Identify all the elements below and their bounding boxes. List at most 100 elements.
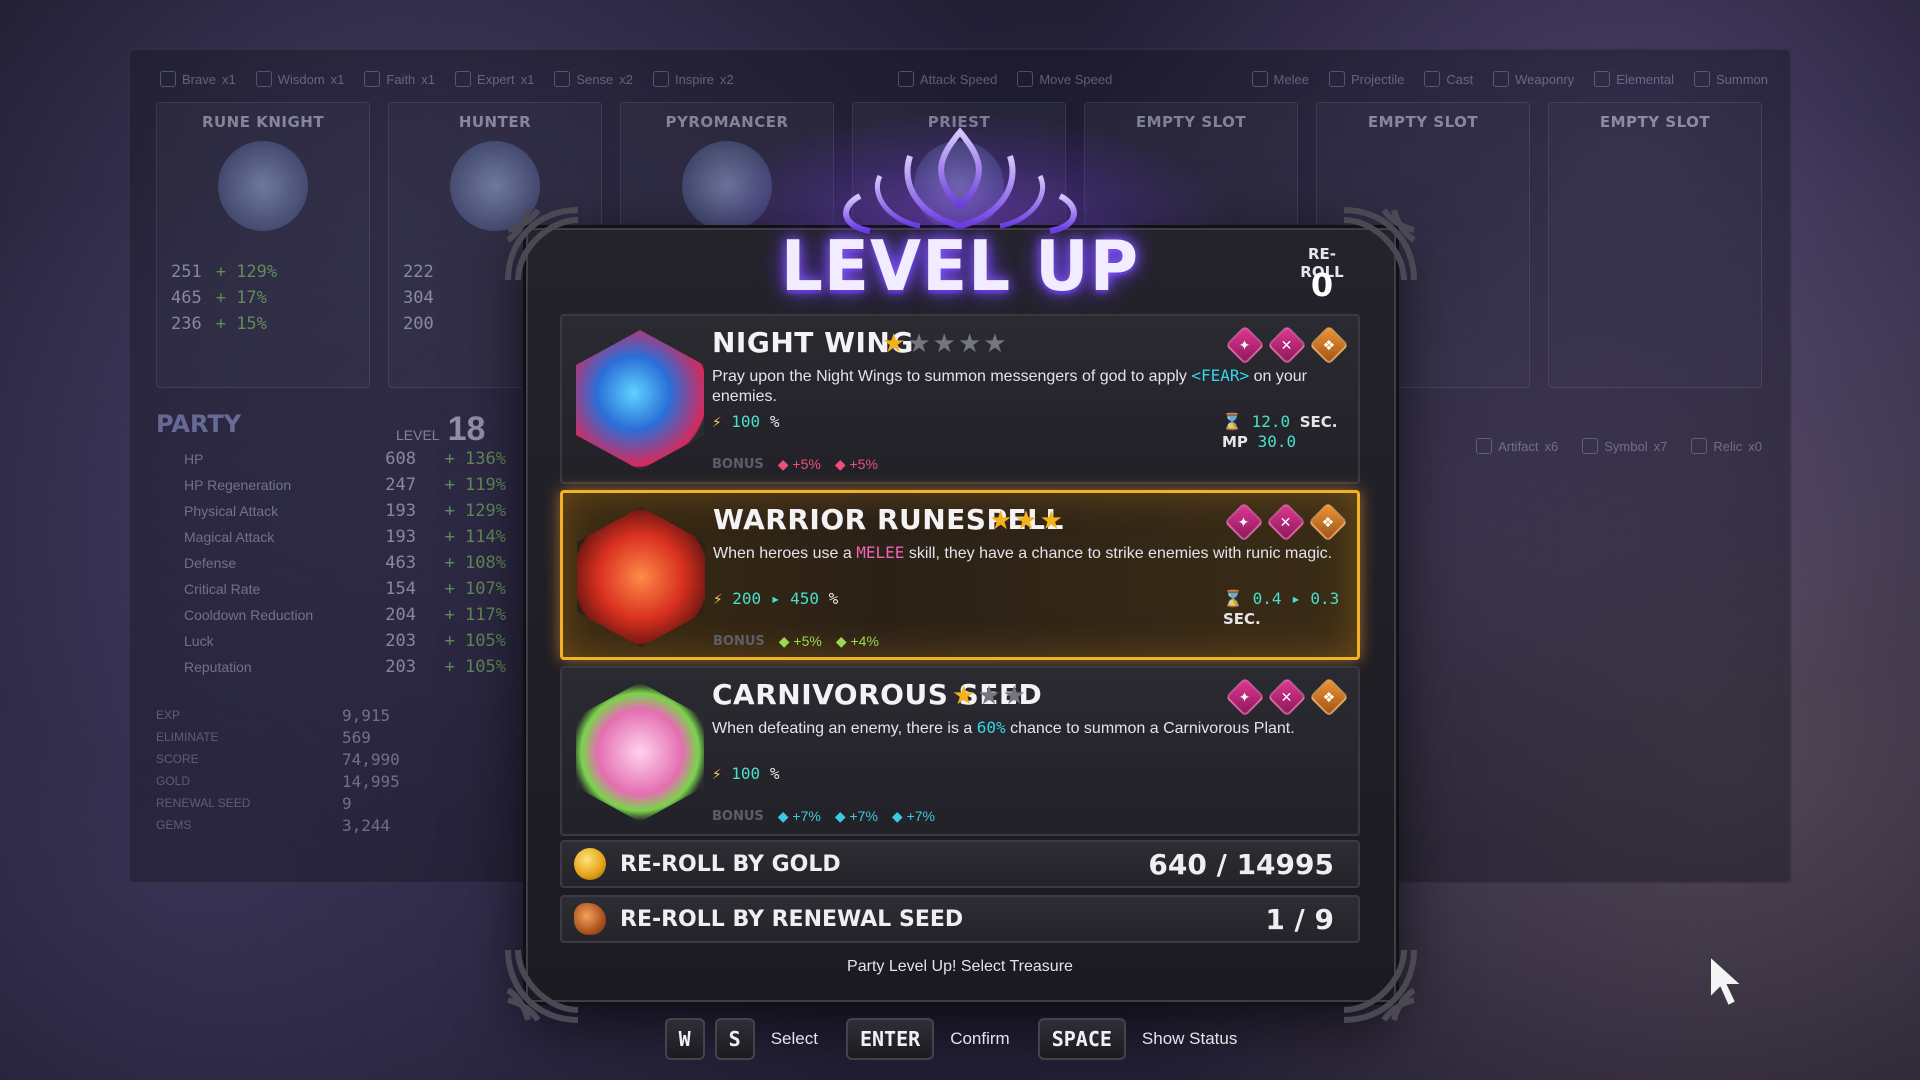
weaponry-icon: ✕ xyxy=(1267,677,1307,717)
trait-label: Wisdom xyxy=(277,71,325,87)
treasure-count-value: x6 xyxy=(1544,438,1559,454)
mp-label: MP xyxy=(1222,433,1248,451)
cooldown-value: 12.0 xyxy=(1251,412,1291,431)
corner-ornament xyxy=(1334,940,1424,1030)
bonus-label: BONUS xyxy=(712,809,764,824)
renewal-seed-icon xyxy=(574,903,606,935)
trait-count: x2 xyxy=(719,71,734,87)
summary-value: 14,995 xyxy=(342,771,400,791)
treasure-count-value: x7 xyxy=(1653,438,1668,454)
power-value: 100 xyxy=(731,764,761,783)
skill-tags: ✦ ✕ ❖ xyxy=(1224,502,1348,542)
hero-name: RUNE KNIGHT xyxy=(201,113,325,131)
summary-value: 3,244 xyxy=(342,815,391,835)
treasure-label: Relic xyxy=(1713,438,1743,454)
skill-bonus: BONUS ◆ +7% ◆ +7% ◆ +7% xyxy=(712,808,935,825)
bonus-value: +5% xyxy=(792,456,821,472)
summary-row: ELIMINATE 569 xyxy=(156,726,506,748)
summary-row: GOLD 14,995 xyxy=(156,770,506,792)
party-stat-pct: + 136% xyxy=(444,449,506,469)
trait-item: Inspire x2 xyxy=(652,71,734,87)
star-empty-icon: ★ xyxy=(977,680,1001,710)
bonus-item: ◆ +4% xyxy=(836,633,879,650)
reroll-seed-button[interactable]: RE-ROLL BY RENEWAL SEED 1 / 9 xyxy=(560,895,1360,943)
key-w[interactable]: W xyxy=(664,1018,705,1060)
weaponry-icon: ✕ xyxy=(1267,325,1307,365)
desc-text: chance to summon a Carnivorous Plant. xyxy=(1005,720,1295,737)
skill-power: ⚡ 100 % xyxy=(712,412,779,431)
bonus-value: +4% xyxy=(850,633,879,649)
party-stat-value: 203 xyxy=(385,657,416,677)
bonus-item: ◆ +7% xyxy=(778,808,821,825)
projectile-icon: ✦ xyxy=(1225,325,1265,365)
party-level: LEVEL 18 xyxy=(396,410,486,448)
party-stat-pct: + 129% xyxy=(444,501,506,521)
trait-icon xyxy=(1017,71,1034,87)
party-stat-pct: + 119% xyxy=(444,475,506,495)
treasure-count-value: x0 xyxy=(1748,438,1762,454)
skill-bonus: BONUS ◆ +5% ◆ +5% xyxy=(712,456,878,473)
trait-label: Weaponry xyxy=(1515,71,1575,87)
skill-power: ⚡ 100 % xyxy=(712,764,779,783)
trait-icon xyxy=(1693,71,1710,87)
power-unit: % xyxy=(769,764,780,783)
party-stat-label: Defense xyxy=(184,555,237,571)
treasure-label: Artifact xyxy=(1498,438,1539,454)
skill-card[interactable]: WARRIOR RUNESPELL ★ ★ ★ ✦ ✕ ❖ When heroes use a… xyxy=(560,490,1360,660)
trait-item: Brave x1 xyxy=(160,71,236,87)
desc-text: skill, they have a chance to strike enem… xyxy=(904,545,1333,562)
summon-icon: ❖ xyxy=(1309,677,1349,717)
power-value: 200 ▸ 450 xyxy=(732,589,819,608)
skill-cooldown: ⌛ 0.4 ▸ 0.3 SEC. xyxy=(1223,589,1357,629)
desc-text: Pray upon the Night Wings to summon mess… xyxy=(712,368,1192,385)
trait-icon xyxy=(1251,71,1268,87)
bonus-stat-icon: ◆ xyxy=(778,633,794,649)
desc-highlight: <FEAR> xyxy=(1191,366,1250,385)
trait-icon xyxy=(255,71,272,87)
skill-card[interactable]: CARNIVOROUS SEED ★ ★ ★ ✦ ✕ ❖ When defeating an … xyxy=(560,666,1360,836)
trait-bar: Brave x1 Wisdom x1 Faith x1 Expert x1 Sense x2 Ins… xyxy=(130,64,1790,94)
trait-item: Summon xyxy=(1693,71,1768,87)
star-rating: ★ ★ ★ ★ ★ xyxy=(882,328,1007,359)
bonus-item: ◆ +5% xyxy=(779,633,822,650)
party-stat-label: Luck xyxy=(184,633,214,649)
control-label: Confirm xyxy=(950,1029,1010,1048)
bonus-value: +5% xyxy=(849,456,878,472)
party-stat-pct: + 105% xyxy=(444,657,506,677)
control-label: Select xyxy=(770,1029,818,1048)
star-empty-icon: ★ xyxy=(907,328,931,358)
skill-card[interactable]: NIGHT WING ★ ★ ★ ★ ★ ✦ ✕ ❖ Pray upon the Night Wi… xyxy=(560,314,1360,484)
key-s[interactable]: S xyxy=(714,1018,755,1060)
summary-row: EXP 9,915 xyxy=(156,704,506,726)
trait-count: x1 xyxy=(421,71,436,87)
summary-value: 9,915 xyxy=(342,705,391,725)
trait-count: x2 xyxy=(619,71,633,87)
party-stat-label: HP Regeneration xyxy=(184,477,292,493)
bonus-item: ◆ +5% xyxy=(778,456,821,473)
trait-label: Summon xyxy=(1715,71,1768,87)
trait-item: Projectile xyxy=(1328,71,1404,87)
trait-label: Brave xyxy=(182,71,216,87)
desc-text: When heroes use a xyxy=(713,545,857,562)
trait-icon xyxy=(554,71,571,87)
power-value: 100 xyxy=(731,412,761,431)
summon-icon: ❖ xyxy=(1309,325,1349,365)
party-stat-row: Defense 463 + 108% xyxy=(156,550,506,576)
key-enter[interactable]: ENTER xyxy=(845,1018,935,1060)
reroll-gold-label: RE-ROLL BY GOLD xyxy=(620,851,841,877)
trait-label: Sense xyxy=(576,71,614,87)
treasure-icon xyxy=(1582,438,1599,454)
summary-value: 74,990 xyxy=(342,749,400,769)
skill-icon xyxy=(577,507,705,647)
reroll-gold-button[interactable]: RE-ROLL BY GOLD 640 / 14995 xyxy=(560,840,1360,888)
bonus-value: +7% xyxy=(792,808,821,824)
trait-icon xyxy=(455,71,472,87)
mouse-cursor-icon xyxy=(1709,954,1745,1008)
trait-icon xyxy=(1493,71,1510,87)
key-space[interactable]: SPACE xyxy=(1037,1018,1126,1060)
treasure-count: Symbol x7 xyxy=(1582,438,1667,454)
star-filled-icon: ★ xyxy=(882,328,906,358)
treasure-count: Artifact x6 xyxy=(1476,438,1558,454)
level-up-title: LEVEL UP xyxy=(780,226,1140,307)
cooldown-unit: SEC. xyxy=(1223,610,1261,628)
